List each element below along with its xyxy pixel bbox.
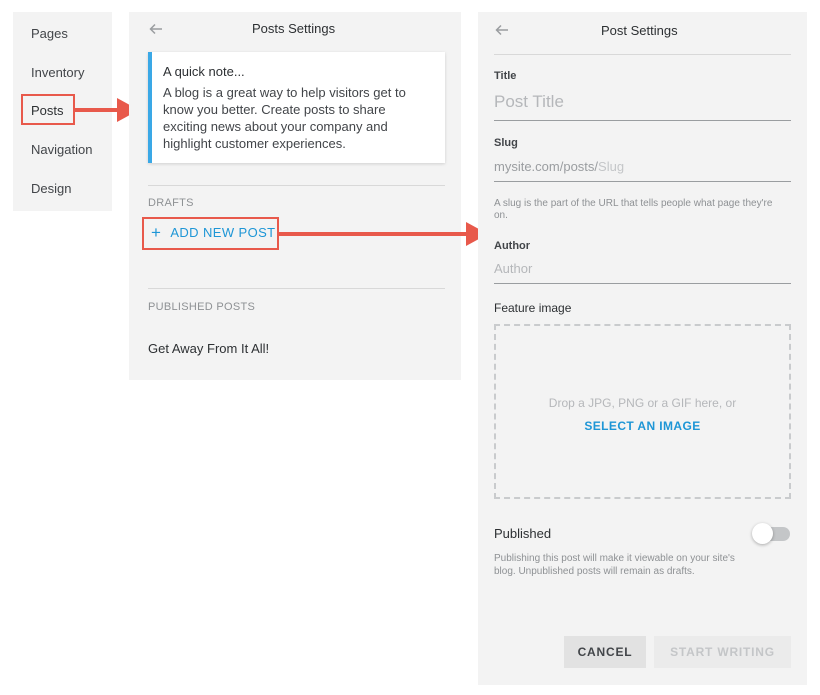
nav-item-pages[interactable]: Pages [31, 26, 68, 41]
slug-prefix: mysite.com/posts/ [494, 159, 599, 174]
published-toggle-thumb[interactable] [752, 523, 773, 544]
back-arrow-icon[interactable] [495, 23, 509, 37]
title-field-label: Title [494, 70, 517, 82]
note-title: A quick note... [163, 64, 245, 79]
author-input[interactable]: Author [494, 261, 532, 276]
published-label: Published [494, 526, 552, 541]
slug-placeholder: Slug [598, 159, 625, 174]
slug-input[interactable]: mysite.com/posts/Slug [494, 159, 624, 174]
cancel-button[interactable]: CANCEL [564, 636, 646, 668]
divider [148, 185, 445, 186]
published-help-text: Publishing this post will make it viewab… [494, 553, 735, 577]
post-settings-panel: Post Settings Title Post Title Slug mysi… [478, 12, 807, 685]
nav-item-inventory[interactable]: Inventory [31, 65, 84, 80]
annotation-arrow-shaft [279, 232, 469, 236]
drafts-label: DRAFTS [148, 197, 194, 209]
slug-help-text: A slug is the part of the URL that tells… [494, 198, 773, 221]
divider [494, 54, 791, 55]
posts-settings-panel: Posts Settings A quick note... A blog is… [129, 12, 461, 380]
author-field-label: Author [494, 240, 531, 252]
posts-highlight-annotation [21, 94, 75, 125]
feature-image-label: Feature image [494, 301, 572, 315]
panel-title: Post Settings [601, 23, 678, 38]
annotation-arrow-shaft [75, 108, 120, 112]
panel-title: Posts Settings [252, 21, 336, 36]
nav-item-navigation[interactable]: Navigation [31, 142, 92, 157]
add-post-highlight-annotation [142, 217, 279, 250]
note-body: A blog is a great way to help visitors g… [163, 85, 406, 151]
slug-field-label: Slug [494, 137, 518, 149]
slug-underline [494, 181, 791, 182]
divider [148, 288, 445, 289]
author-underline [494, 283, 791, 284]
feature-image-dropzone[interactable]: Drop a JPG, PNG or a GIF here, or SELECT… [494, 324, 791, 499]
title-underline [494, 120, 791, 121]
start-writing-button[interactable]: START WRITING [654, 636, 791, 668]
nav-item-design[interactable]: Design [31, 181, 71, 196]
published-post-item[interactable]: Get Away From It All! [148, 341, 269, 356]
back-arrow-icon[interactable] [149, 22, 163, 36]
published-posts-label: PUBLISHED POSTS [148, 301, 256, 313]
title-input[interactable]: Post Title [494, 92, 564, 112]
dropzone-text: Drop a JPG, PNG or a GIF here, or [548, 396, 737, 410]
select-image-button[interactable]: SELECT AN IMAGE [496, 419, 789, 433]
quick-note-card: A quick note... A blog is a great way to… [148, 52, 445, 163]
